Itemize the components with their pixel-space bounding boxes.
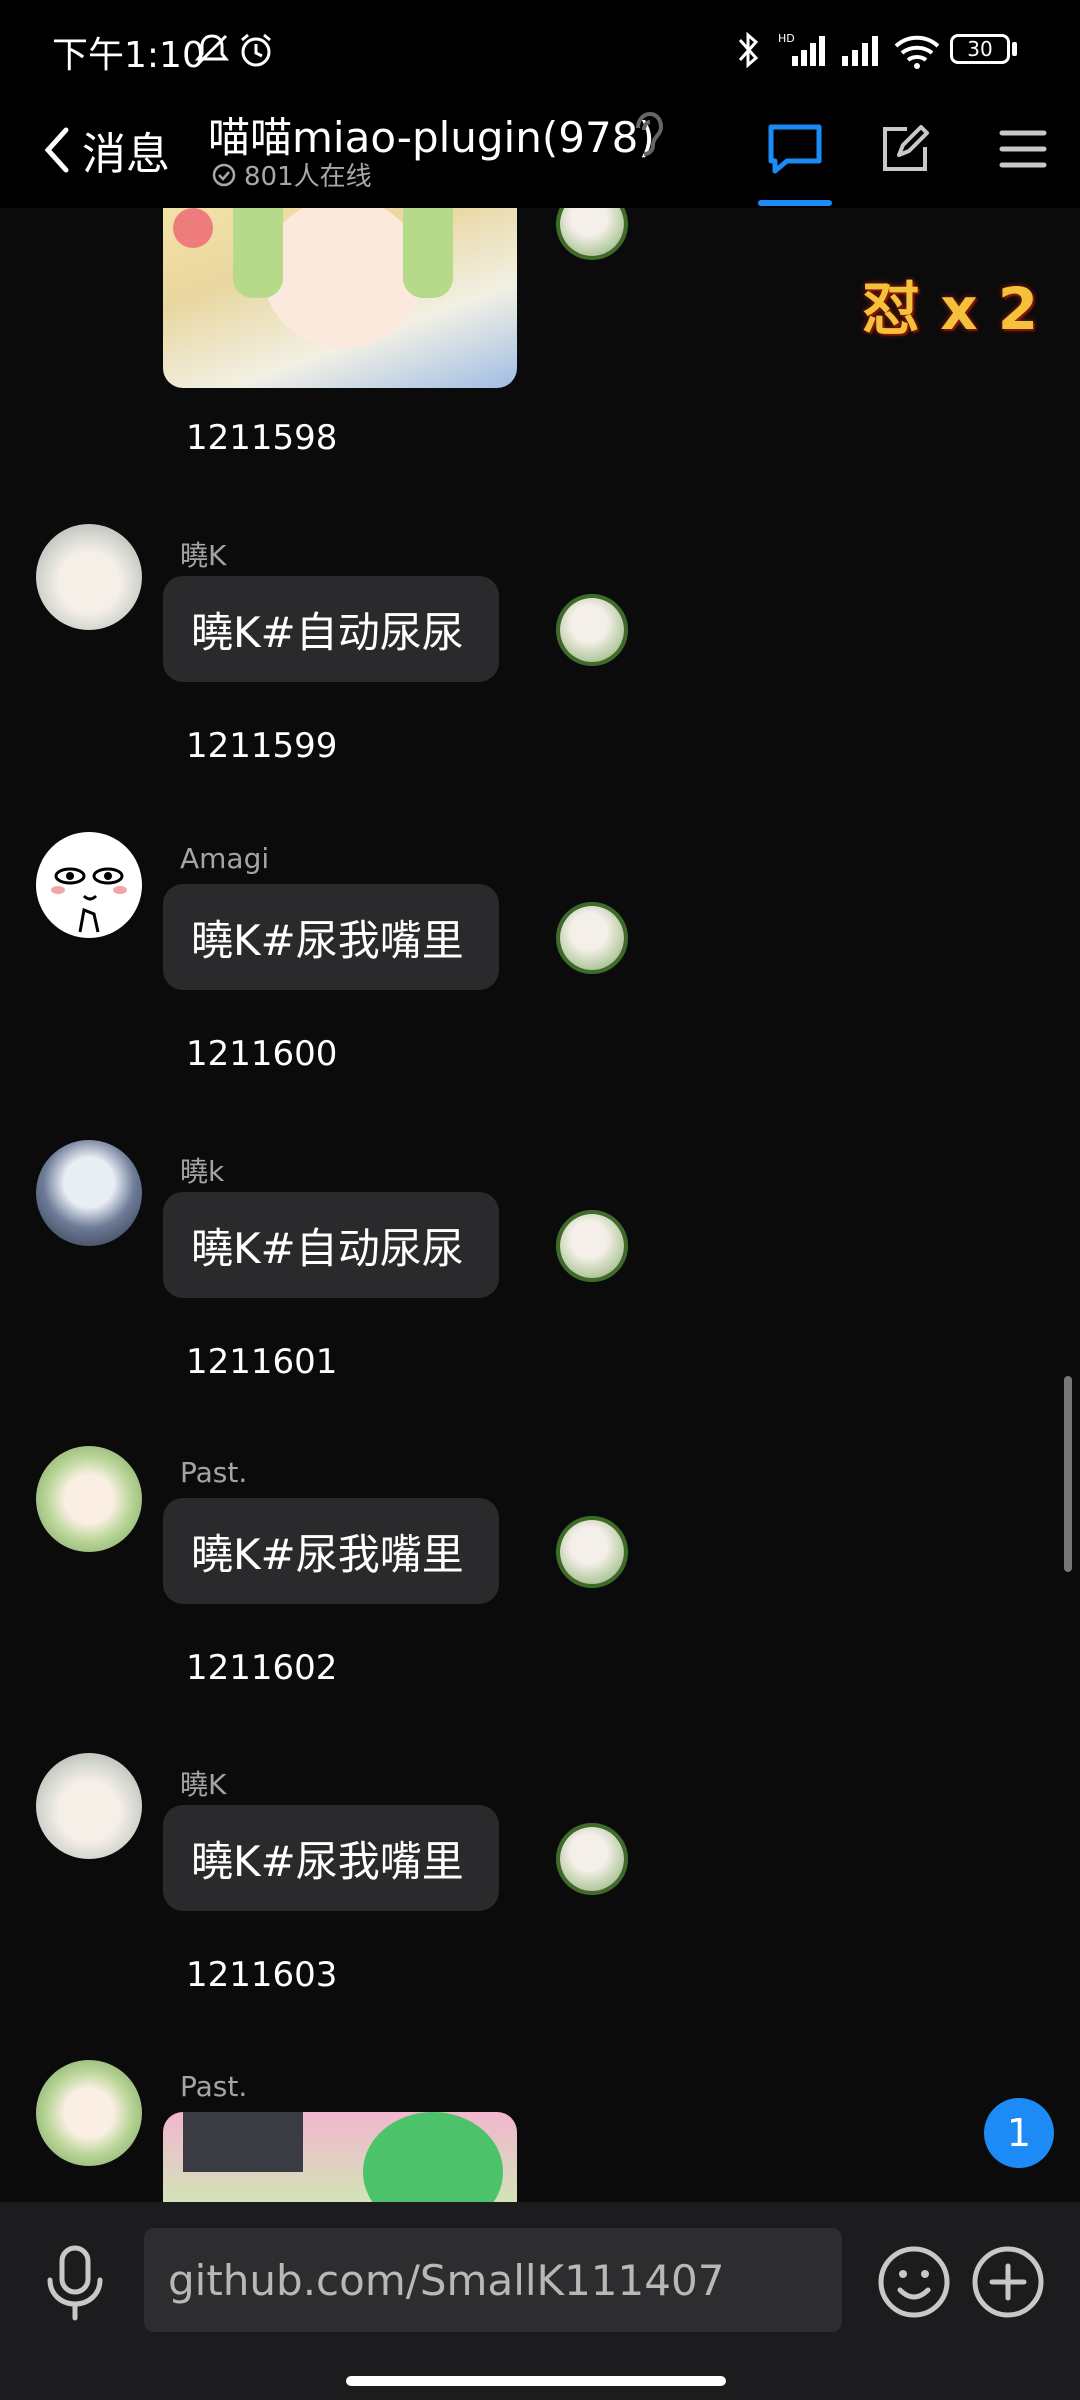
message-image[interactable] bbox=[163, 2112, 517, 2202]
sender-name: Amagi bbox=[180, 842, 270, 875]
reaction-avatar[interactable] bbox=[556, 594, 628, 666]
reaction-avatar[interactable] bbox=[556, 1210, 628, 1282]
edit-icon bbox=[883, 125, 929, 171]
message-id: 1211602 bbox=[186, 1648, 338, 1688]
avatar[interactable] bbox=[36, 524, 142, 630]
avatar[interactable] bbox=[36, 1753, 142, 1859]
online-status: 801人在线 bbox=[212, 156, 372, 193]
sender-name: 曉K bbox=[180, 539, 227, 572]
back-button[interactable]: 消息 bbox=[40, 118, 170, 182]
battery-tip bbox=[1012, 42, 1017, 56]
unread-badge[interactable]: 1 bbox=[984, 2098, 1054, 2168]
image-character bbox=[263, 208, 423, 348]
message-id: 1211598 bbox=[186, 418, 338, 458]
reaction-avatar[interactable] bbox=[556, 208, 628, 260]
signal-icon bbox=[842, 36, 878, 66]
meme-face-icon bbox=[51, 867, 127, 933]
plus-icon[interactable] bbox=[970, 2244, 1046, 2320]
menu-button[interactable] bbox=[986, 112, 1060, 186]
battery-level: 30 bbox=[967, 37, 993, 61]
scrollbar[interactable] bbox=[1064, 1376, 1072, 1572]
sender-name: Past. bbox=[180, 1456, 248, 1489]
message-input[interactable]: github.com/SmallK111407 bbox=[144, 2228, 842, 2332]
sender-name: 曉k bbox=[180, 1155, 225, 1188]
chat-icon bbox=[768, 124, 822, 174]
home-indicator[interactable] bbox=[346, 2376, 726, 2386]
check-circle-icon bbox=[212, 163, 236, 186]
message-id: 1211601 bbox=[186, 1342, 338, 1382]
avatar[interactable] bbox=[36, 1140, 142, 1246]
svg-text:HD: HD bbox=[778, 32, 795, 45]
message-bubble[interactable]: 曉K#自动尿尿 bbox=[163, 1192, 499, 1298]
avatar[interactable] bbox=[36, 832, 142, 938]
image-leaf bbox=[363, 2112, 503, 2202]
combo-badge: 怼 x 2 bbox=[862, 275, 1039, 343]
message-list[interactable]: 1211598 曉K 曉K#自动尿尿 1211599 Amagi 曉K#尿我嘴里 bbox=[0, 208, 1080, 2202]
mute-bell-icon bbox=[194, 34, 230, 66]
image-hair-left bbox=[233, 208, 283, 298]
emoji-icon[interactable] bbox=[876, 2244, 952, 2320]
image-hair-right bbox=[403, 208, 453, 298]
reaction-avatar[interactable] bbox=[556, 1823, 628, 1895]
back-label: 消息 bbox=[82, 129, 170, 180]
signal-hd-icon: HD bbox=[778, 32, 825, 66]
message-bubble[interactable]: 曉K#尿我嘴里 bbox=[163, 1805, 499, 1911]
ear-icon[interactable] bbox=[628, 108, 664, 158]
status-time: 下午1:10 bbox=[52, 35, 205, 76]
bluetooth-icon bbox=[738, 31, 759, 69]
avatar[interactable] bbox=[36, 1446, 142, 1552]
message-id: 1211603 bbox=[186, 1955, 338, 1995]
image-dark-area bbox=[183, 2112, 303, 2172]
message-id: 1211600 bbox=[186, 1034, 338, 1074]
chat-tab-button[interactable] bbox=[758, 112, 832, 186]
edit-button[interactable] bbox=[868, 112, 942, 186]
status-bar: 下午1:10 HD 30 bbox=[0, 0, 1080, 96]
mic-icon[interactable] bbox=[42, 2244, 108, 2322]
image-flower bbox=[173, 208, 213, 248]
message-id: 1211599 bbox=[186, 726, 338, 766]
sender-name: 曉K bbox=[180, 1768, 227, 1801]
online-count: 801人在线 bbox=[244, 162, 372, 192]
message-bubble[interactable]: 曉K#尿我嘴里 bbox=[163, 884, 499, 990]
message-image[interactable] bbox=[163, 208, 517, 388]
battery-icon: 30 bbox=[950, 34, 1010, 64]
avatar[interactable] bbox=[36, 2060, 142, 2166]
sender-name: Past. bbox=[180, 2070, 248, 2103]
reaction-avatar[interactable] bbox=[556, 902, 628, 974]
input-bar: github.com/SmallK111407 bbox=[0, 2202, 1080, 2400]
chat-header: 消息 喵喵miao-plugin(978) 801人在线 bbox=[0, 96, 1080, 208]
menu-icon bbox=[999, 130, 1047, 168]
active-tab-indicator bbox=[758, 200, 832, 206]
reaction-avatar[interactable] bbox=[556, 1516, 628, 1588]
wifi-icon bbox=[894, 35, 940, 69]
message-input-value: github.com/SmallK111407 bbox=[168, 2255, 725, 2305]
message-bubble[interactable]: 曉K#自动尿尿 bbox=[163, 576, 499, 682]
alarm-icon bbox=[241, 33, 271, 67]
chevron-left-icon bbox=[44, 127, 69, 173]
message-bubble[interactable]: 曉K#尿我嘴里 bbox=[163, 1498, 499, 1604]
